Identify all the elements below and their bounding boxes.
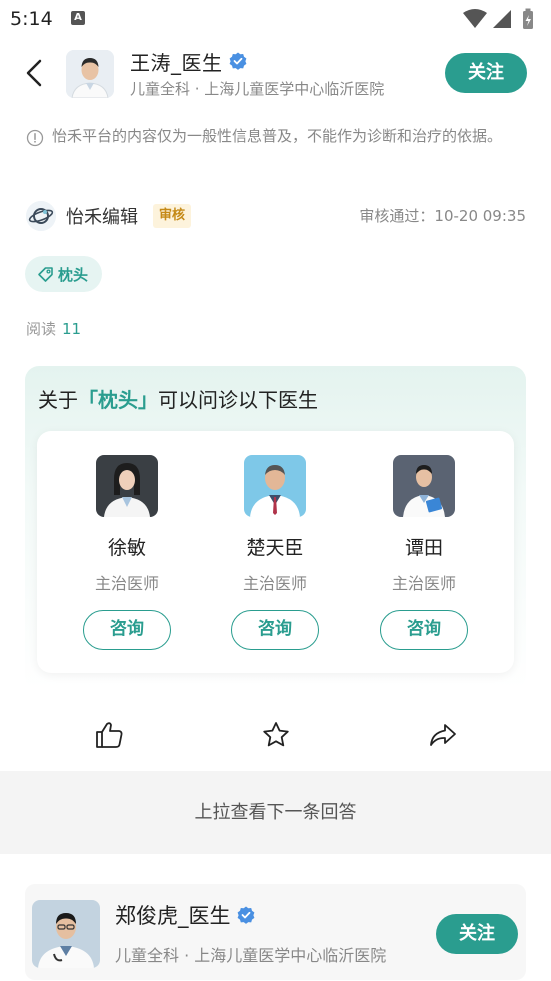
doctor-affiliation: 儿童全科 · 上海儿童医学中心临沂医院 — [130, 80, 385, 98]
doctor-name: 谭田 — [404, 537, 443, 559]
doctor-avatar[interactable] — [66, 50, 114, 98]
related-doctors-panel: 关于「枕头」可以问诊以下医生 徐敏 主治医师 咨询 楚天臣 主治医师 咨询 谭田… — [25, 366, 526, 690]
action-bar — [0, 712, 551, 760]
doctor-name-row: 王涛_医生 — [130, 48, 247, 75]
title-prefix: 关于 — [38, 388, 78, 412]
read-count-label: 阅读 — [26, 320, 57, 338]
pull-up-next-answer[interactable]: 上拉查看下一条回答 — [0, 771, 551, 854]
doctor-card-item[interactable]: 楚天臣 主治医师 咨询 — [210, 455, 340, 655]
title-suffix: 可以问诊以下医生 — [158, 388, 318, 412]
next-answer-card[interactable]: 郑俊虎_医生 儿童全科 · 上海儿童医学中心临沂医院 关注 — [25, 884, 526, 980]
tag-icon — [38, 266, 53, 282]
share-icon[interactable] — [428, 720, 458, 750]
star-icon[interactable] — [261, 720, 291, 750]
related-doctors-title: 关于「枕头」可以问诊以下医生 — [38, 384, 318, 413]
review-time: 审核通过：10-20 09:35 — [359, 207, 526, 225]
doctor-name: 楚天臣 — [246, 537, 304, 559]
title-tag: 「枕头」 — [78, 388, 158, 412]
consult-button[interactable]: 咨询 — [380, 610, 468, 650]
doctor-card-item[interactable]: 徐敏 主治医师 咨询 — [62, 455, 192, 655]
editor-name: 怡禾编辑 — [66, 207, 138, 228]
battery-icon — [523, 8, 533, 29]
info-icon — [26, 129, 44, 147]
disclaimer: 怡禾平台的内容仅为一般性信息普及，不能作为诊断和治疗的依据。 — [26, 123, 526, 149]
topic-tag-label: 枕头 — [58, 265, 89, 284]
editor-row: 怡禾编辑 审核 审核通过：10-20 09:35 — [26, 200, 526, 232]
doctor-name: 徐敏 — [107, 537, 146, 559]
editor-logo-icon — [26, 201, 56, 231]
status-time: 5:14 — [10, 8, 53, 30]
consult-button[interactable]: 咨询 — [83, 610, 171, 650]
read-count: 阅读 11 — [26, 318, 81, 339]
next-doctor-name: 郑俊虎_医生 — [115, 904, 231, 928]
next-doctor-affiliation: 儿童全科 · 上海儿童医学中心临沂医院 — [115, 946, 387, 965]
doctor-title: 主治医师 — [242, 574, 307, 593]
signal-battery-icons — [463, 8, 533, 29]
verified-badge-icon — [237, 906, 254, 924]
like-icon[interactable] — [94, 720, 124, 750]
doctor-name: 王涛_医生 — [130, 50, 223, 75]
doctor-title: 主治医师 — [94, 574, 159, 593]
consult-button[interactable]: 咨询 — [231, 610, 319, 650]
doctor-card-item[interactable]: 谭田 主治医师 咨询 — [359, 455, 489, 655]
doctors-card: 徐敏 主治医师 咨询 楚天臣 主治医师 咨询 谭田 主治医师 咨询 — [37, 431, 514, 673]
next-doctor-avatar[interactable] — [32, 900, 100, 968]
doctor-title: 主治医师 — [391, 574, 456, 593]
doctor-header: 王涛_医生 儿童全科 · 上海儿童医学中心临沂医院 关注 — [0, 38, 551, 110]
disclaimer-text: 怡禾平台的内容仅为一般性信息普及，不能作为诊断和治疗的依据。 — [52, 127, 503, 145]
review-badge: 审核 — [153, 204, 192, 228]
back-arrow-icon[interactable] — [18, 56, 52, 90]
read-count-value: 11 — [62, 320, 82, 338]
doctor-photo[interactable] — [96, 455, 158, 517]
notification-icon: A — [71, 11, 85, 25]
verified-badge-icon — [229, 52, 246, 70]
next-follow-button[interactable]: 关注 — [436, 914, 518, 954]
doctor-photo[interactable] — [393, 455, 455, 517]
topic-tag[interactable]: 枕头 — [25, 256, 103, 292]
wifi-icon — [463, 9, 487, 28]
follow-button[interactable]: 关注 — [445, 53, 527, 93]
cell-signal-icon — [493, 10, 511, 28]
doctor-photo[interactable] — [244, 455, 306, 517]
next-doctor-name-row: 郑俊虎_医生 — [115, 900, 255, 930]
status-bar: 5:14 A — [0, 0, 551, 38]
